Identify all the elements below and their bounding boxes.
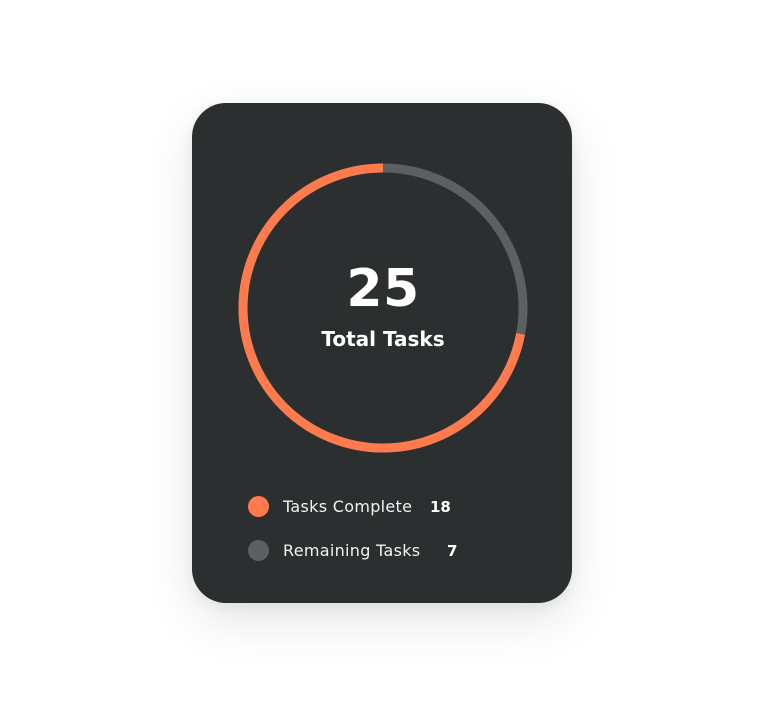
legend: Tasks Complete 18 Remaining Tasks 7 <box>248 495 508 583</box>
total-tasks-count: 25 <box>346 259 420 319</box>
remaining-tasks-dot-icon <box>248 540 269 561</box>
legend-item-tasks-complete: Tasks Complete 18 <box>248 495 508 517</box>
tasks-complete-dot-icon <box>248 496 269 517</box>
legend-value: 7 <box>447 542 458 560</box>
legend-label: Remaining Tasks <box>283 541 421 560</box>
legend-value: 18 <box>430 498 451 516</box>
task-summary-card: 25 Total Tasks Tasks Complete 18 Remaini… <box>192 103 572 603</box>
legend-item-remaining-tasks: Remaining Tasks 7 <box>248 539 508 561</box>
ring-center: 25 Total Tasks <box>238 163 528 453</box>
total-tasks-label: Total Tasks <box>321 327 445 351</box>
legend-label: Tasks Complete <box>283 497 413 516</box>
